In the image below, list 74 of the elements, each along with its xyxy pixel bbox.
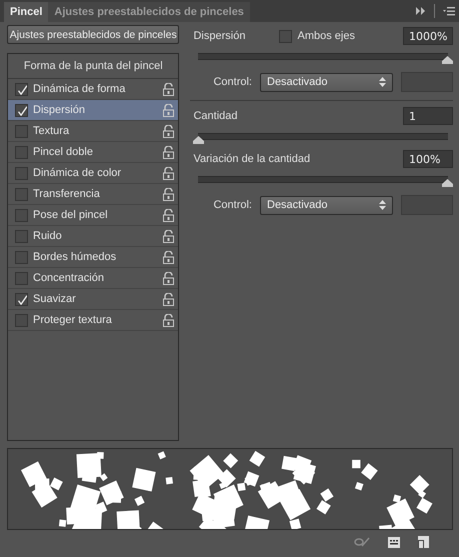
lock-icon[interactable] — [163, 188, 174, 200]
checkbox[interactable] — [278, 30, 292, 42]
option-label: Dinámica de forma — [33, 83, 126, 95]
panel-tab[interactable]: Pincel — [4, 2, 48, 22]
count-label: Cantidad — [193, 110, 238, 122]
brush-option-row[interactable]: Pose del pincel — [8, 205, 178, 226]
control-label: Control: — [213, 199, 252, 211]
brush-option-row[interactable]: Pincel doble — [8, 142, 178, 163]
scatter-label: Dispersión — [193, 30, 246, 42]
value-field[interactable]: 1 — [403, 107, 453, 125]
lock-icon[interactable] — [163, 166, 174, 180]
checkbox[interactable] — [15, 292, 28, 306]
count-jitter-label: Variación de la cantidad — [193, 153, 310, 165]
updown-icon — [379, 77, 386, 87]
lock-icon[interactable] — [163, 230, 174, 242]
slider-thumb[interactable] — [442, 179, 453, 187]
value-field[interactable]: 100% — [403, 150, 453, 168]
checkbox[interactable] — [15, 82, 28, 96]
lock-icon[interactable] — [163, 124, 174, 138]
lock-icon[interactable] — [163, 272, 174, 284]
brush-option-row[interactable]: Ruido — [8, 226, 178, 247]
brush-option-row[interactable]: Proteger textura — [8, 310, 178, 331]
grid-panel-icon[interactable] — [388, 536, 400, 548]
brush-presets-button[interactable]: Ajustes preestablecidos de pinceles — [7, 25, 180, 44]
lock-icon[interactable] — [163, 250, 174, 264]
lock-icon[interactable] — [163, 292, 174, 306]
option-label: Transferencia — [33, 188, 101, 200]
option-label: Dinámica de color — [33, 167, 122, 179]
disabled-field — [401, 195, 453, 215]
option-label: Dispersión — [33, 104, 86, 116]
option-label: Pincel doble — [33, 146, 94, 158]
checkbox[interactable] — [15, 250, 28, 264]
option-label: Proteger textura — [33, 314, 113, 326]
slider-thumb[interactable] — [193, 136, 204, 144]
option-label: Concentración — [33, 272, 105, 284]
updown-icon — [379, 200, 386, 210]
checkbox-label: Ambos ejes — [298, 30, 355, 42]
option-label: Textura — [33, 125, 70, 137]
brush-option-row[interactable]: Dispersión — [8, 100, 178, 121]
brush-option-row[interactable]: Transferencia — [8, 184, 178, 205]
checkbox[interactable] — [15, 124, 28, 138]
control-dropdown[interactable]: Desactivado — [260, 72, 393, 92]
checkbox[interactable] — [15, 146, 28, 158]
new-preset-icon[interactable] — [418, 536, 429, 548]
lock-icon[interactable] — [163, 104, 174, 116]
brush-option-row[interactable]: Bordes húmedos — [8, 247, 178, 268]
checkbox[interactable] — [15, 166, 28, 180]
brush-option-row[interactable]: Dinámica de color — [8, 163, 178, 184]
control-label: Control: — [213, 76, 252, 88]
lock-icon[interactable] — [163, 208, 174, 222]
brush-option-row[interactable]: Suavizar — [8, 289, 178, 310]
menu-icon[interactable] — [443, 6, 455, 16]
option-label: Suavizar — [33, 293, 77, 305]
checkbox[interactable] — [15, 104, 28, 116]
slider-thumb[interactable] — [442, 56, 453, 64]
checkbox[interactable] — [15, 188, 28, 200]
brush-option-row[interactable]: Textura — [8, 121, 178, 142]
option-label: Ruido — [33, 230, 63, 242]
lock-icon[interactable] — [163, 82, 174, 96]
lock-icon[interactable] — [163, 314, 174, 326]
checkbox[interactable] — [15, 208, 28, 222]
panel-tab[interactable]: Ajustes preestablecidos de pinceles — [48, 2, 250, 22]
brush-tip-shape-item[interactable]: Forma de la punta del pincel — [8, 54, 178, 79]
collapse-icon[interactable] — [416, 7, 426, 15]
option-label: Bordes húmedos — [33, 251, 118, 263]
checkbox[interactable] — [15, 272, 28, 284]
control-dropdown[interactable]: Desactivado — [260, 196, 393, 214]
option-label: Pose del pincel — [33, 209, 109, 221]
disabled-field — [401, 72, 453, 92]
checkbox[interactable] — [15, 230, 28, 242]
checkbox[interactable] — [15, 314, 28, 326]
value-field[interactable]: 1000% — [403, 27, 453, 45]
brush-option-row[interactable]: Concentración — [8, 268, 178, 289]
lock-icon[interactable] — [163, 146, 174, 158]
